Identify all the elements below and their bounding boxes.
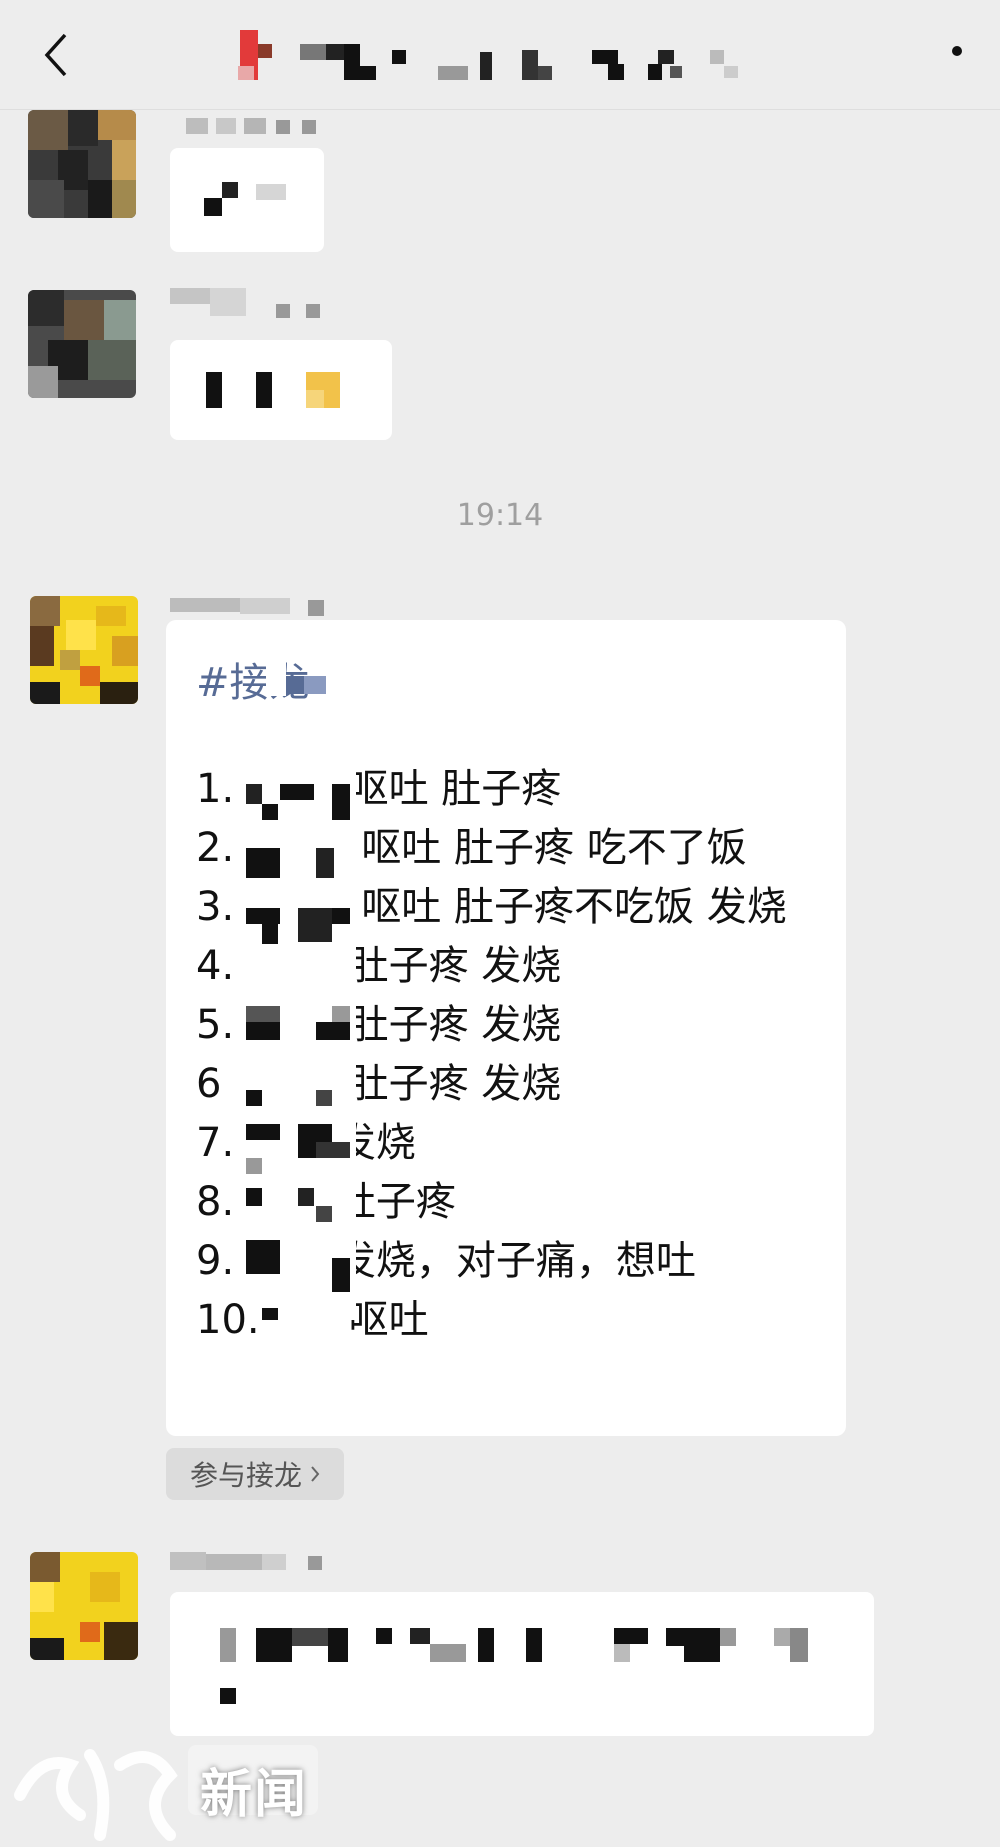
join-solitaire-button[interactable]: 参与接龙	[166, 1448, 344, 1500]
sender-name-redacted	[170, 288, 330, 324]
chevron-right-icon	[311, 1466, 320, 1482]
join-solitaire-label: 参与接龙	[189, 1459, 302, 1492]
message-bubble[interactable]	[170, 148, 324, 252]
message-timestamp: 19:14	[456, 498, 544, 533]
back-button[interactable]	[36, 30, 76, 80]
sender-name-redacted	[170, 598, 330, 622]
message-bubble[interactable]	[170, 1592, 874, 1736]
avatar[interactable]	[28, 290, 136, 398]
solitaire-card[interactable]: #接龙 1. 呕吐 肚子疼 2. 呕吐 肚子疼 吃不了饭 3. 呕吐 肚子疼不吃…	[166, 620, 846, 1436]
chat-header	[0, 0, 1000, 110]
chat-title-redacted	[238, 30, 820, 80]
more-icon[interactable]	[952, 46, 962, 56]
sender-name-redacted	[170, 1540, 330, 1576]
avatar[interactable]	[30, 596, 138, 704]
avatar[interactable]	[30, 1552, 138, 1660]
message-bubble[interactable]	[170, 340, 392, 440]
avatar[interactable]	[28, 110, 136, 218]
name-redaction-mosaic	[246, 770, 356, 1320]
sender-name-redacted	[186, 114, 326, 138]
watermark-text: 新闻	[200, 1765, 309, 1825]
chevron-left-icon	[44, 33, 67, 77]
